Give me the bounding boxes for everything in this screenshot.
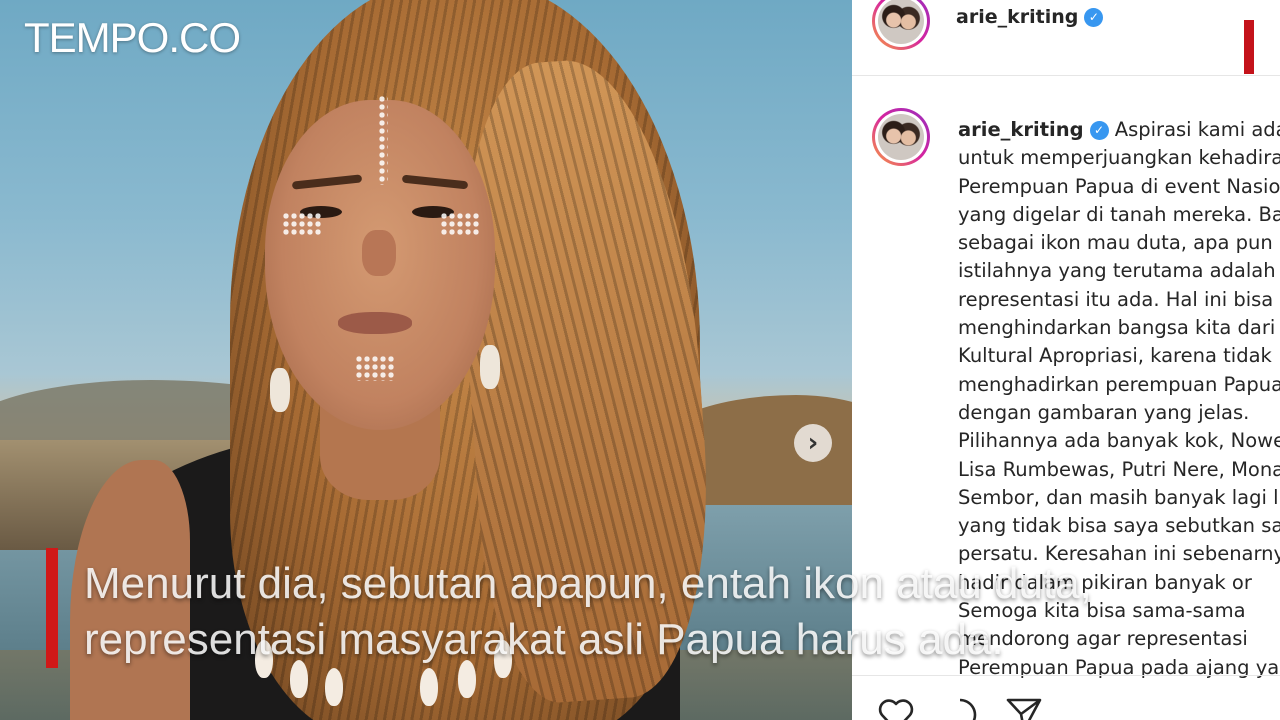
- caption-line: sebagai ikon mau duta, apa pun: [958, 231, 1273, 255]
- caption-avatar[interactable]: [872, 108, 930, 166]
- caption-line: menghadirkan perempuan Papua: [958, 372, 1280, 396]
- verified-badge-icon: ✓: [1089, 121, 1109, 140]
- avatar-photo: [878, 0, 924, 44]
- caption-line: Sembor, dan masih banyak lagi l: [958, 485, 1279, 509]
- share-icon[interactable]: [1004, 694, 1044, 720]
- side-accent-bar: [1244, 20, 1254, 74]
- nose: [362, 230, 396, 276]
- shell-necklace-piece: [420, 668, 438, 706]
- right-earring: [480, 345, 500, 389]
- caption-line: Perempuan Papua di event Nasio: [958, 174, 1280, 198]
- carousel-next-button[interactable]: ›: [794, 424, 832, 462]
- caption-line: dengan gambaran yang jelas.: [958, 400, 1250, 424]
- heart-icon[interactable]: [876, 694, 916, 720]
- caption-line: istilahnya yang terutama adalah: [958, 259, 1276, 283]
- header-username[interactable]: arie_kriting ✓: [956, 6, 1104, 28]
- chevron-right-icon: ›: [807, 428, 819, 458]
- lips: [338, 312, 412, 334]
- caption-line: Pilihannya ada banyak kok, Nowe: [958, 429, 1280, 453]
- face-paint-chin: [355, 355, 395, 381]
- verified-badge-icon: ✓: [1084, 8, 1104, 27]
- caption-line: Aspirasi kami adal: [1114, 118, 1280, 141]
- caption-line: untuk memperjuangkan kehadira: [958, 146, 1280, 170]
- face-paint-right-cheek: [440, 212, 480, 236]
- caption-line: menghindarkan bangsa kita dari: [958, 316, 1276, 340]
- shell-necklace-piece: [325, 668, 343, 706]
- avatar-photo: [878, 114, 924, 160]
- left-earring: [270, 368, 290, 412]
- caption-line: yang tidak bisa saya sebutkan sa: [958, 514, 1280, 538]
- subtitle-line-1: Menurut dia, sebutan apapun, entah ikon …: [84, 559, 1092, 608]
- caption-line: Lisa Rumbewas, Putri Nere, Mona: [958, 457, 1280, 481]
- caption-username[interactable]: arie_kriting: [958, 118, 1084, 141]
- tempo-logo: TEMPO.CO: [24, 14, 241, 61]
- comment-icon[interactable]: [940, 694, 980, 720]
- avatar[interactable]: [872, 0, 930, 50]
- post-header: arie_kriting ✓: [852, 0, 1280, 76]
- face-paint-forehead: [378, 95, 388, 185]
- subtitle-line-2: representasi masyarakat asli Papua harus…: [84, 615, 1004, 664]
- video-subtitle: Menurut dia, sebutan apapun, entah ikon …: [84, 556, 1234, 668]
- post-actions-bar: [852, 675, 1280, 720]
- caption-line: yang digelar di tanah mereka. Ba: [958, 202, 1280, 226]
- caption-line: representasi itu ada. Hal ini bisa: [958, 287, 1274, 311]
- subtitle-accent-bar: [46, 548, 58, 668]
- face-paint-left-cheek: [282, 212, 322, 236]
- caption-line: Kultural Apropriasi, karena tidak: [958, 344, 1272, 368]
